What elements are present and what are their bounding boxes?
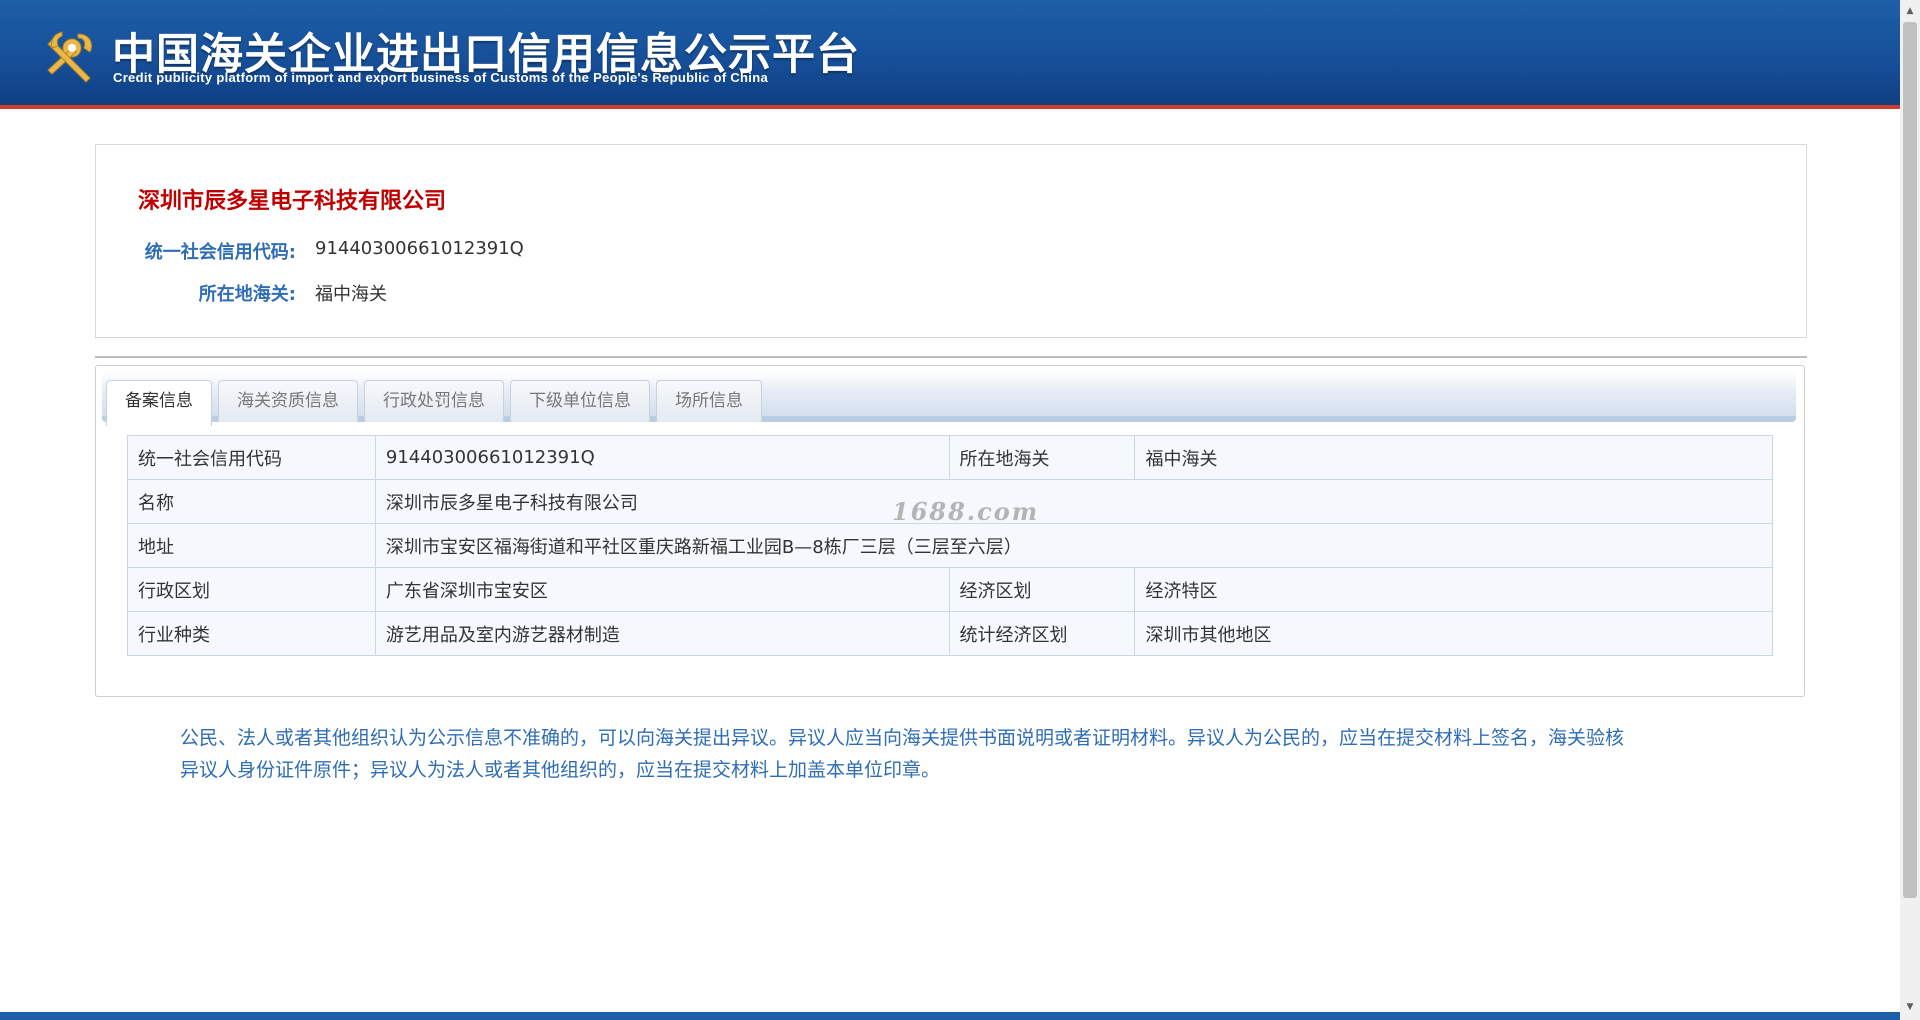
scroll-thumb[interactable]: [1903, 22, 1917, 898]
table-row: 行业种类 游艺用品及室内游艺器材制造 统计经济区划 深圳市其他地区: [127, 611, 1773, 656]
tab-subordinate-units[interactable]: 下级单位信息: [510, 380, 650, 422]
info-tab-panel: 备案信息 海关资质信息 行政处罚信息 下级单位信息 场所信息 统一社会信用代码 …: [95, 365, 1805, 697]
tab-customs-qualification[interactable]: 海关资质信息: [218, 380, 358, 422]
table-row: 地址 深圳市宝安区福海街道和平社区重庆路新福工业园B—8栋厂三层（三层至六层）: [127, 523, 1774, 568]
credit-code-label: 统一社会信用代码:: [144, 242, 296, 263]
notice-line: 异议人身份证件原件；异议人为法人或者其他组织的，应当在提交材料上加盖本单位印章。: [180, 759, 941, 781]
cell-value: 深圳市其他地区: [1134, 611, 1773, 656]
tab-premises-info[interactable]: 场所信息: [656, 380, 762, 422]
company-summary-card: 深圳市辰多星电子科技有限公司 统一社会信用代码: 914403006610123…: [95, 144, 1807, 338]
cell-value: 广东省深圳市宝安区: [374, 567, 950, 612]
scroll-down-icon[interactable]: ▼: [1900, 998, 1920, 1016]
cell-value: 91440300661012391Q: [374, 435, 950, 480]
watermark-text: 1688.com: [892, 497, 1040, 526]
tab-bar: 备案信息 海关资质信息 行政处罚信息 下级单位信息 场所信息: [102, 372, 1796, 426]
section-divider: [95, 356, 1807, 358]
objection-notice: 公民、法人或者其他组织认为公示信息不准确的，可以向海关提出异议。异议人应当向海关…: [180, 722, 1720, 786]
filing-info-table: 统一社会信用代码 91440300661012391Q 所在地海关 福中海关 名…: [127, 435, 1774, 656]
cell-value: 深圳市辰多星电子科技有限公司: [374, 479, 1774, 524]
cell-value: 深圳市宝安区福海街道和平社区重庆路新福工业园B—8栋厂三层（三层至六层）: [374, 523, 1774, 568]
customs-value: 福中海关: [315, 284, 387, 305]
footer-bar: [0, 1012, 1900, 1020]
company-name: 深圳市辰多星电子科技有限公司: [138, 189, 447, 214]
customs-label: 所在地海关:: [198, 284, 296, 305]
cell-value: 游艺用品及室内游艺器材制造: [374, 611, 950, 656]
site-subtitle: Credit publicity platform of import and …: [113, 70, 768, 85]
cell-label: 统一社会信用代码: [127, 435, 376, 480]
cell-value: 福中海关: [1134, 435, 1773, 480]
cell-label: 经济区划: [948, 567, 1136, 612]
cell-value: 经济特区: [1134, 567, 1773, 612]
tab-administrative-penalty[interactable]: 行政处罚信息: [364, 380, 504, 422]
customs-emblem-icon: [47, 31, 92, 83]
table-row: 行政区划 广东省深圳市宝安区 经济区划 经济特区: [127, 567, 1773, 612]
scroll-up-icon[interactable]: ▲: [1900, 2, 1920, 20]
table-row: 统一社会信用代码 91440300661012391Q 所在地海关 福中海关: [127, 435, 1773, 480]
tab-filing-info[interactable]: 备案信息: [106, 380, 212, 426]
cell-label: 行政区划: [127, 567, 376, 612]
cell-label: 行业种类: [127, 611, 376, 656]
notice-line: 公民、法人或者其他组织认为公示信息不准确的，可以向海关提出异议。异议人应当向海关…: [180, 727, 1625, 749]
credit-code-value: 91440300661012391Q: [315, 238, 524, 259]
cell-label: 统计经济区划: [948, 611, 1136, 656]
cell-label: 地址: [127, 523, 376, 568]
cell-label: 名称: [127, 479, 376, 524]
cell-label: 所在地海关: [948, 435, 1136, 480]
site-header: 中国海关企业进出口信用信息公示平台 Credit publicity platf…: [0, 0, 1900, 109]
